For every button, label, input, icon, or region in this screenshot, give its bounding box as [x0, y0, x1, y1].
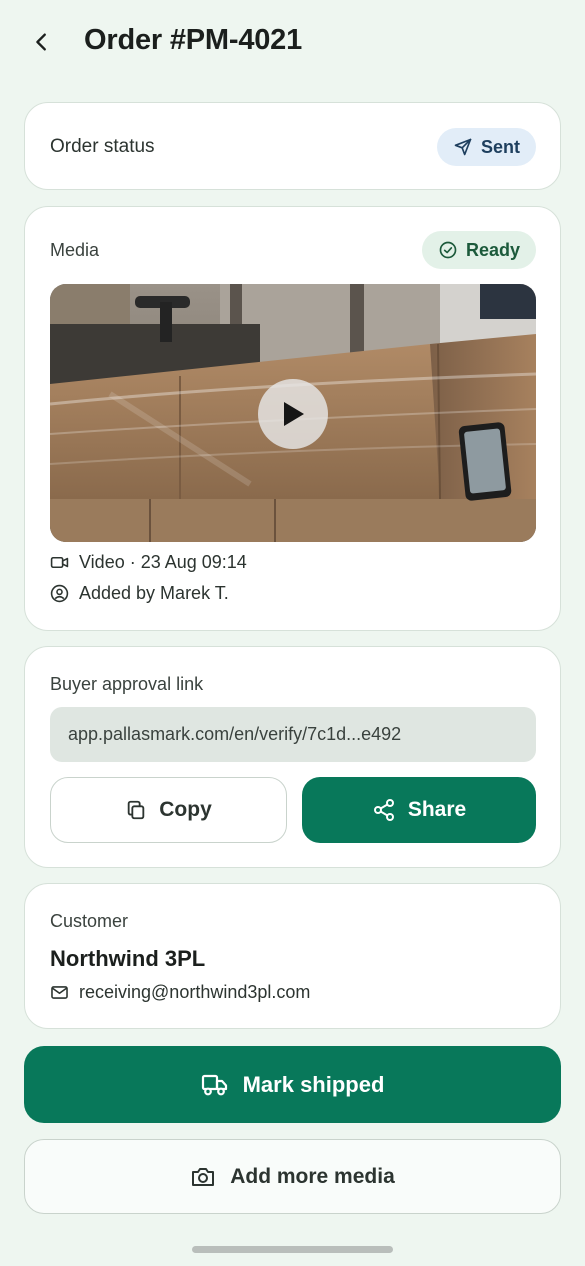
mark-shipped-button[interactable]: Mark shipped — [24, 1046, 561, 1123]
mail-icon — [51, 986, 68, 999]
send-icon — [454, 138, 472, 156]
add-media-label: Add more media — [230, 1164, 395, 1188]
copy-label: Copy — [159, 798, 212, 821]
order-status-card: Order status Sent — [24, 102, 561, 190]
share-icon — [373, 799, 394, 821]
copy-icon — [127, 800, 145, 820]
added-by-text: Added by Marek T. — [79, 583, 229, 603]
video-meta: Video · 23 Aug 09:14 — [50, 552, 247, 573]
ready-badge: Ready — [421, 231, 536, 269]
back-button[interactable] — [26, 26, 58, 58]
status-badge-text: Sent — [480, 136, 520, 157]
approval-link-card: Buyer approval link app.pallasmark.com/e… — [24, 646, 561, 868]
video-meta-text: Video · 23 Aug 09:14 — [79, 552, 247, 572]
customer-email-text: receiving@northwind3pl.com — [79, 982, 311, 1002]
approval-link-label: Buyer approval link — [50, 674, 204, 694]
user-circle-icon — [50, 584, 69, 603]
customer-card: Customer Northwind 3PL receiving@northwi… — [24, 883, 561, 1029]
video-thumbnail[interactable] — [50, 284, 536, 542]
chevron-left-icon — [36, 33, 46, 51]
check-circle-icon — [439, 241, 457, 259]
play-button[interactable] — [258, 379, 328, 449]
media-label: Media — [50, 240, 100, 260]
customer-email[interactable]: receiving@northwind3pl.com — [50, 982, 310, 1003]
share-button[interactable]: Share — [302, 777, 536, 843]
play-icon — [284, 402, 304, 426]
media-card: Media Ready Video · 23 Aug 09:14 Added b… — [24, 206, 561, 631]
customer-label: Customer — [50, 911, 129, 931]
status-badge: Sent — [436, 128, 536, 166]
app-header: Order #PM-4021 — [0, 0, 585, 86]
page-title: Order #PM-4021 — [84, 24, 303, 56]
mark-shipped-label: Mark shipped — [242, 1071, 385, 1097]
video-camera-icon — [50, 556, 69, 569]
add-media-button[interactable]: Add more media — [24, 1139, 561, 1214]
ready-badge-text: Ready — [465, 239, 520, 260]
customer-name: Northwind 3PL — [50, 946, 206, 971]
order-status-label: Order status — [50, 136, 155, 157]
copy-button[interactable]: Copy — [50, 777, 287, 843]
home-indicator[interactable] — [192, 1246, 393, 1253]
camera-icon — [192, 1167, 215, 1186]
approval-url-field[interactable]: app.pallasmark.com/en/verify/7c1d...e492 — [50, 707, 536, 762]
added-by: Added by Marek T. — [50, 583, 229, 604]
share-label: Share — [407, 798, 467, 821]
truck-icon — [201, 1074, 227, 1095]
